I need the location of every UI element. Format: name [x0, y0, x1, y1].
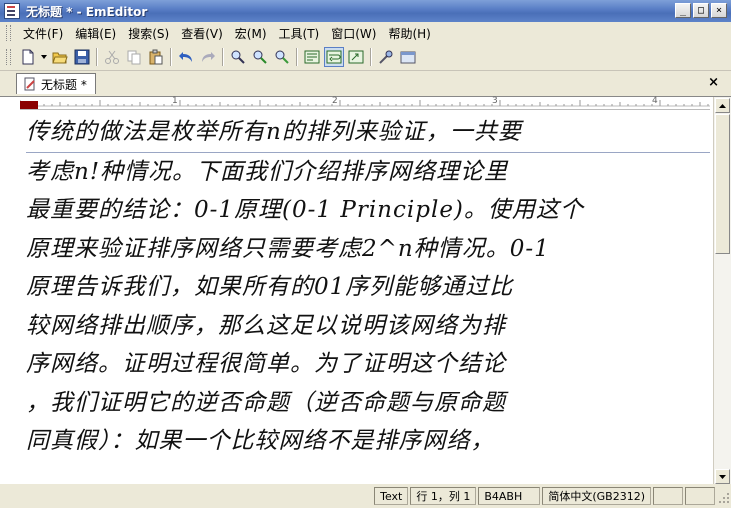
- toolbar-separator: [370, 48, 372, 66]
- tools-icon: [379, 50, 393, 64]
- wrap-by-page-button[interactable]: [346, 47, 366, 67]
- ruler-mark-3: 3: [492, 96, 498, 106]
- find-previous-icon: [275, 50, 289, 64]
- undo-button[interactable]: [176, 47, 196, 67]
- text-line[interactable]: 最重要的结论：0-1原理(0-1 Principle)。使用这个: [26, 191, 710, 230]
- wrap-by-window-button[interactable]: [324, 47, 344, 67]
- status-mode[interactable]: Text: [374, 487, 409, 505]
- chevron-down-icon: [41, 55, 47, 59]
- find-next-icon: [253, 50, 267, 64]
- document-tab-bar: 无标题 * ×: [0, 71, 731, 96]
- magnifier-icon: [231, 50, 245, 64]
- wrap-window-icon: [326, 50, 342, 64]
- ruler-mark-4: 4: [652, 96, 658, 106]
- open-file-button[interactable]: [50, 47, 70, 67]
- status-cursor-position[interactable]: 行 1，列 1: [410, 487, 477, 505]
- status-character-code[interactable]: B4ABH: [478, 487, 541, 505]
- status-blank-2: [685, 487, 715, 505]
- scrollbar-thumb[interactable]: [715, 114, 730, 254]
- new-file-icon: [22, 49, 34, 65]
- scroll-up-button[interactable]: [715, 98, 730, 113]
- scroll-down-button[interactable]: [715, 469, 730, 484]
- status-encoding[interactable]: 简体中文(GB2312): [542, 487, 651, 505]
- wrap-by-characters-button[interactable]: [302, 47, 322, 67]
- ruler-caret-marker: [20, 101, 38, 109]
- new-file-dropdown[interactable]: [40, 47, 48, 67]
- text-line[interactable]: 传统的做法是枚举所有n的排列来验证，一共要: [26, 113, 710, 153]
- paste-button[interactable]: [146, 47, 166, 67]
- toolbar-separator: [170, 48, 172, 66]
- copy-button[interactable]: [124, 47, 144, 67]
- redo-button[interactable]: [198, 47, 218, 67]
- properties-window-icon: [400, 51, 416, 64]
- toolbar: [0, 44, 731, 71]
- paste-clipboard-icon: [149, 49, 163, 65]
- menu-tools[interactable]: 工具(T): [273, 23, 326, 44]
- save-disk-icon: [74, 49, 90, 65]
- save-button[interactable]: [72, 47, 92, 67]
- menu-macro[interactable]: 宏(M): [229, 23, 273, 44]
- properties-button[interactable]: [398, 47, 418, 67]
- menu-file[interactable]: 文件(F): [17, 23, 69, 44]
- maximize-button[interactable]: □: [693, 3, 709, 18]
- scissors-icon: [105, 50, 119, 64]
- tab-label: 无标题 *: [41, 77, 87, 92]
- menu-search[interactable]: 搜索(S): [122, 23, 175, 44]
- find-next-button[interactable]: [250, 47, 270, 67]
- window-title: 无标题 * - EmEditor: [26, 4, 148, 19]
- find-button[interactable]: [228, 47, 248, 67]
- toolbar-separator: [296, 48, 298, 66]
- copy-icon: [127, 50, 141, 65]
- text-content[interactable]: 传统的做法是枚举所有n的排列来验证，一共要 考虑n!种情况。下面我们介绍排序网络…: [26, 113, 710, 483]
- ruler[interactable]: 1 2 3 4: [19, 96, 710, 110]
- arrow-down-icon: [719, 475, 726, 479]
- editor-gutter[interactable]: [0, 97, 20, 485]
- menu-window[interactable]: 窗口(W): [325, 23, 382, 44]
- minimize-button[interactable]: _: [675, 3, 691, 18]
- toolbar-grip-handle[interactable]: [6, 49, 11, 65]
- text-line[interactable]: 原理来验证排序网络只需要考虑2^n种情况。0-1: [26, 230, 710, 269]
- editor-area[interactable]: 1 2 3 4 传统的做法是枚举所有n的排列来验证，一共要 考虑n!种情况。下面…: [0, 96, 731, 485]
- new-file-button[interactable]: [18, 47, 38, 67]
- status-blank-1: [653, 487, 683, 505]
- text-line[interactable]: 较网络排出顺序，那么这足以说明该网络为排: [26, 307, 710, 346]
- document-edit-icon: [24, 77, 35, 91]
- tab-untitled[interactable]: 无标题 *: [16, 73, 96, 94]
- cut-button[interactable]: [102, 47, 122, 67]
- emeditor-app-icon[interactable]: [4, 3, 20, 19]
- wrap-page-icon: [348, 50, 364, 64]
- ruler-mark-1: 1: [172, 96, 178, 106]
- redo-icon: [202, 52, 215, 62]
- ruler-ticks: [19, 100, 710, 107]
- text-line[interactable]: 同真假）：如果一个比较网络不是排序网络，: [26, 422, 710, 461]
- find-previous-button[interactable]: [272, 47, 292, 67]
- text-line[interactable]: 原理告诉我们，如果所有的01序列能够通过比: [26, 268, 710, 307]
- menu-bar: 文件(F) 编辑(E) 搜索(S) 查看(V) 宏(M) 工具(T) 窗口(W)…: [0, 22, 731, 44]
- resize-grip[interactable]: [717, 487, 731, 505]
- text-line[interactable]: 序网络。证明过程很简单。为了证明这个结论: [26, 345, 710, 384]
- ruler-mark-2: 2: [332, 96, 338, 106]
- text-line[interactable]: 考虑n!种情况。下面我们介绍排序网络理论里: [26, 153, 710, 192]
- undo-icon: [179, 52, 192, 62]
- text-line[interactable]: ，我们证明它的逆否命题（逆否命题与原命题: [26, 384, 710, 423]
- vertical-scrollbar[interactable]: [713, 97, 731, 485]
- status-bar: Text 行 1，列 1 B4ABH 简体中文(GB2312): [0, 484, 731, 508]
- title-bar[interactable]: 无标题 * - EmEditor _ □ ×: [0, 0, 731, 22]
- wrap-lines-icon: [304, 50, 320, 64]
- resize-grip-icon: [719, 493, 729, 503]
- emeditor-window: 无标题 * - EmEditor _ □ × 文件(F) 编辑(E) 搜索(S)…: [0, 0, 731, 508]
- menu-grip-handle[interactable]: [6, 25, 11, 41]
- window-controls: _ □ ×: [675, 3, 727, 18]
- open-folder-icon: [52, 52, 68, 64]
- menu-edit[interactable]: 编辑(E): [69, 23, 122, 44]
- toolbar-separator: [222, 48, 224, 66]
- arrow-up-icon: [719, 104, 726, 108]
- menu-view[interactable]: 查看(V): [175, 23, 229, 44]
- toolbar-separator: [96, 48, 98, 66]
- close-window-button[interactable]: ×: [711, 3, 727, 18]
- close-tab-button[interactable]: ×: [708, 75, 719, 90]
- customize-button[interactable]: [376, 47, 396, 67]
- menu-help[interactable]: 帮助(H): [382, 23, 436, 44]
